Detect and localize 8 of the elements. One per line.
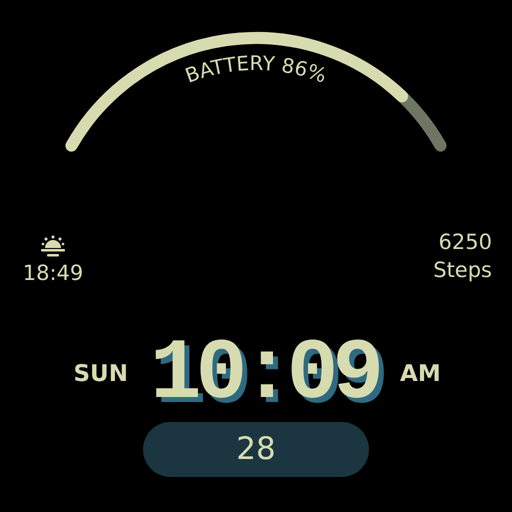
- date-pill: 28: [143, 422, 369, 477]
- battery-label: BATTERY 86%: [182, 51, 330, 88]
- step-count: 6250: [438, 229, 492, 256]
- am-pm: AM: [400, 360, 442, 389]
- weekday: SUN: [72, 360, 128, 389]
- steps-label: Steps: [433, 257, 492, 284]
- sunset-icon: [40, 234, 66, 258]
- sunset-time: 18:49: [22, 263, 84, 284]
